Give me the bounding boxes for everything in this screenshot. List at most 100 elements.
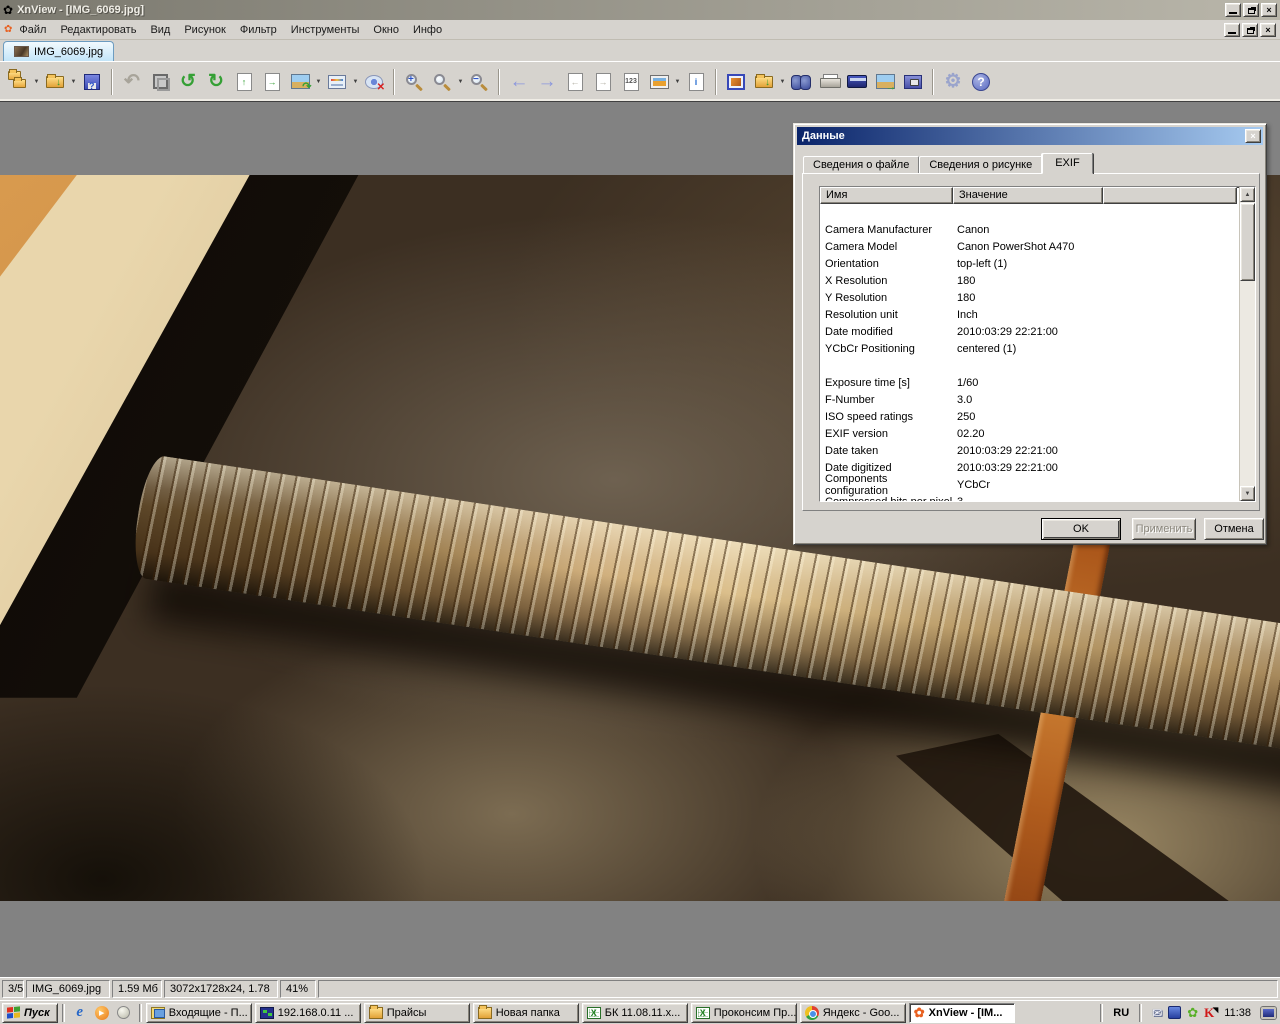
media-player-icon[interactable]: ▶ [91,1003,113,1023]
column-header-2[interactable]: Значение [953,187,1103,204]
slideshow-icon-dropdown[interactable]: ▼ [673,67,682,97]
info-icon[interactable]: i [683,67,709,97]
browse-icon[interactable] [5,67,31,97]
minimize-button[interactable] [1225,3,1241,17]
table-row[interactable]: Components configurationYCbCr [820,476,1239,493]
menu-2[interactable]: Редактировать [53,22,143,38]
zoom-icon-dropdown[interactable]: ▼ [456,67,465,97]
table-row[interactable]: F-Number3.0 [820,391,1239,408]
red-eye-icon[interactable] [361,67,387,97]
print-icon[interactable] [816,67,842,97]
adjust-icon-dropdown[interactable]: ▼ [351,67,360,97]
zoom-in-icon[interactable]: + [401,67,427,97]
mdi-child-icon[interactable]: ✿ [4,25,12,35]
task-button-проконсим-пр[interactable]: XПроконсим Пр... [691,1003,797,1023]
task-button-xnview-im[interactable]: ✿XnView - [IM... [909,1003,1015,1023]
menu-5[interactable]: Фильтр [233,22,284,38]
cancel-button[interactable]: Отмена [1204,518,1264,540]
menu-1[interactable]: Файл [12,22,53,38]
next-image-icon[interactable]: → [534,67,560,97]
table-row[interactable]: YCbCr Positioningcentered (1) [820,340,1239,357]
table-row[interactable]: Camera ManufacturerCanon [820,221,1239,238]
table-row[interactable]: Date modified2010:03:29 22:21:00 [820,323,1239,340]
open-icon-dropdown[interactable]: ▼ [69,67,78,97]
zoom-icon[interactable] [429,67,455,97]
table-row[interactable]: Date taken2010:03:29 22:21:00 [820,442,1239,459]
open-with-icon[interactable]: ↓ [751,67,777,97]
last-image-icon[interactable]: → [590,67,616,97]
table-row[interactable]: Camera ModelCanon PowerShot A470 [820,238,1239,255]
task-button-входящие-п[interactable]: Входящие - П... [146,1003,252,1023]
task-button-новая-папка[interactable]: Новая папка [473,1003,579,1023]
language-indicator[interactable]: RU [1107,1007,1135,1019]
scan-icon[interactable] [844,67,870,97]
close-button[interactable]: × [1261,3,1277,17]
task-button-прайсы[interactable]: Прайсы [364,1003,470,1023]
menu-4[interactable]: Рисунок [177,22,233,38]
fullscreen-icon[interactable] [723,67,749,97]
scrollbar-thumb[interactable] [1240,203,1255,281]
task-button-яндекс-goo[interactable]: Яндекс - Goo... [800,1003,906,1023]
tab-img-6069[interactable]: IMG_6069.jpg [3,41,114,61]
table-scrollbar[interactable]: ▲ ▼ [1239,187,1255,501]
slideshow-icon[interactable] [646,67,672,97]
mail-icon[interactable]: ✉ [1152,1006,1162,1020]
dialog-tab-exif[interactable]: EXIF [1042,153,1092,174]
export-icon-dropdown[interactable]: ▼ [314,67,323,97]
internet-explorer-icon[interactable]: e [69,1003,91,1023]
capture-icon[interactable] [900,67,926,97]
mdi-restore-button[interactable] [1242,23,1258,37]
dialog-close-icon[interactable]: × [1245,129,1261,143]
table-row[interactable] [820,357,1239,374]
table-row[interactable]: ISO speed ratings250 [820,408,1239,425]
resize-icon[interactable]: ↑ [231,67,257,97]
export-icon[interactable]: ↷ [287,67,313,97]
start-button[interactable]: Пуск [2,1003,58,1023]
search-icon[interactable] [788,67,814,97]
monitor-tray-icon[interactable] [1261,1007,1276,1019]
first-image-icon[interactable]: ← [562,67,588,97]
undo-icon[interactable]: ↶ [119,67,145,97]
column-header-1[interactable]: Имя [820,187,953,204]
menu-7[interactable]: Окно [366,22,406,38]
scroll-down-icon[interactable]: ▼ [1240,486,1255,501]
menu-8[interactable]: Инфо [406,22,449,38]
previous-image-icon[interactable]: ← [506,67,532,97]
ok-button[interactable]: OK [1041,518,1121,540]
rotate-right-icon[interactable]: ↻ [203,67,229,97]
table-row[interactable] [820,204,1239,221]
table-row[interactable]: Resolution unitInch [820,306,1239,323]
table-row[interactable]: Y Resolution180 [820,289,1239,306]
save-icon[interactable] [79,67,105,97]
open-with-icon-dropdown[interactable]: ▼ [778,67,787,97]
open-icon[interactable]: ↓ [42,67,68,97]
adjust-icon[interactable] [324,67,350,97]
icq-icon[interactable]: ✿ [1187,1006,1198,1019]
show-desktop-icon[interactable] [113,1003,135,1023]
menu-6[interactable]: Инструменты [284,22,367,38]
antivirus-icon[interactable]: K [1204,1005,1214,1021]
dialog-tab-сведения-о-рисунке[interactable]: Сведения о рисунке [919,156,1042,174]
dialog-tab-сведения-о-файле[interactable]: Сведения о файле [803,156,919,174]
table-row[interactable]: X Resolution180 [820,272,1239,289]
scroll-up-icon[interactable]: ▲ [1240,187,1255,202]
page-select-icon[interactable]: 123 [618,67,644,97]
crop-icon[interactable] [147,67,173,97]
batch-convert-icon[interactable]: → [872,67,898,97]
settings-icon[interactable]: ⚙ [940,67,966,97]
messenger-icon[interactable] [1168,1006,1181,1019]
rotate-left-icon[interactable]: ↺ [175,67,201,97]
mdi-close-button[interactable]: × [1260,23,1276,37]
table-row[interactable]: Exposure time [s]1/60 [820,374,1239,391]
task-button-бк-11-08-11-x[interactable]: XБК 11.08.11.x... [582,1003,688,1023]
table-row[interactable]: Orientationtop-left (1) [820,255,1239,272]
browse-icon-dropdown[interactable]: ▼ [32,67,41,97]
mdi-minimize-button[interactable] [1224,23,1240,37]
zoom-out-icon[interactable]: − [466,67,492,97]
task-button-192-168-0-11[interactable]: 192.168.0.11 ... [255,1003,361,1023]
help-icon[interactable]: ? [968,67,994,97]
menu-3[interactable]: Вид [143,22,177,38]
table-row[interactable]: EXIF version02.20 [820,425,1239,442]
column-header-3[interactable] [1103,187,1237,204]
restore-button[interactable] [1243,3,1259,17]
